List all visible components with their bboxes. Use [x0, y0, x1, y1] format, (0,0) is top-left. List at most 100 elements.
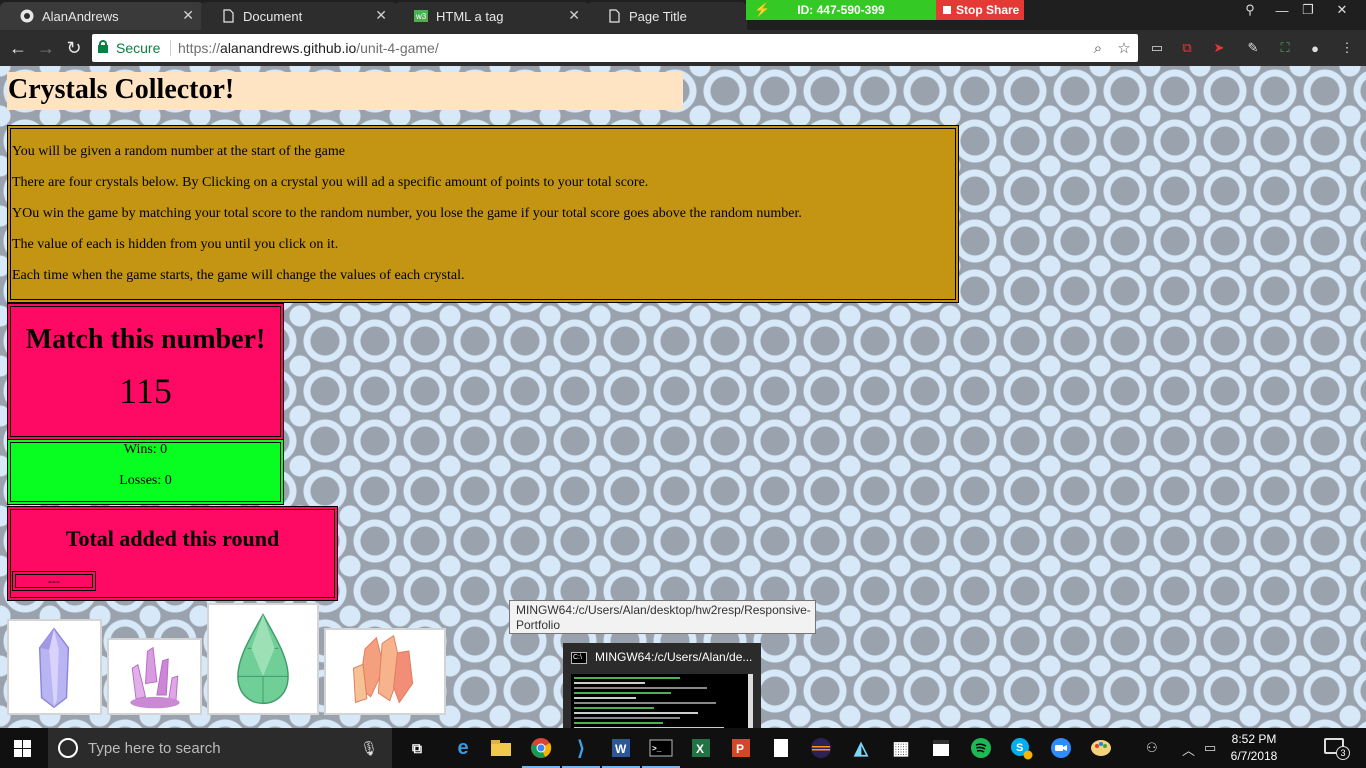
terminal-icon: C:\ — [571, 652, 587, 664]
tab-alanandrews[interactable]: AlanAndrews ✕ — [0, 2, 204, 30]
calculator-icon[interactable]: ▦ — [886, 734, 916, 762]
scoreboard-panel: Wins: 0 Losses: 0 — [7, 439, 284, 505]
paint-icon[interactable] — [1086, 734, 1116, 762]
snip-tool-icon[interactable]: ◭ — [846, 734, 876, 762]
terminal-thumbnail — [571, 674, 753, 728]
notification-count: 3 — [1336, 746, 1350, 760]
page-viewport: Crystals Collector! You will be given a … — [0, 66, 1366, 728]
page-icon — [607, 9, 621, 23]
restore-button[interactable]: ❐ — [1294, 0, 1322, 20]
taskbar-search-box[interactable]: Type here to search 🎙 — [48, 728, 392, 768]
browser-tab-strip: AlanAndrews ✕ Document ✕ w3 HTML a tag ✕… — [0, 0, 1366, 30]
account-icon[interactable]: ● — [1306, 39, 1324, 57]
sticky-notes-icon[interactable] — [926, 734, 956, 762]
tab-page-title[interactable]: Page Title — [587, 2, 747, 30]
reload-button[interactable]: ↻ — [62, 36, 86, 60]
wins-count: Wins: 0 — [123, 442, 168, 457]
instruction-line: Each time when the game starts, the game… — [12, 268, 465, 283]
w3schools-icon: w3 — [414, 9, 428, 23]
close-icon[interactable]: ✕ — [182, 7, 194, 24]
share-id-label: ID: 447-590-399 — [797, 3, 885, 17]
target-number-panel: Match this number! 115 — [7, 303, 284, 440]
close-icon[interactable]: ✕ — [375, 7, 387, 24]
taskbar-clock[interactable]: 8:52 PM 6/7/2018 — [1222, 731, 1286, 765]
spotify-icon[interactable] — [966, 734, 996, 762]
green-crystal-button[interactable] — [207, 603, 319, 715]
instruction-line: There are four crystals below. By Clicki… — [12, 175, 649, 190]
instruction-line: YOu win the game by matching your total … — [12, 206, 802, 221]
lock-icon — [98, 40, 108, 53]
blue-crystal-button[interactable] — [7, 619, 102, 715]
vscode-icon[interactable]: ⟩ — [562, 734, 600, 768]
clock-time: 8:52 PM — [1231, 732, 1277, 746]
round-total-heading: Total added this round — [65, 526, 280, 551]
purple-crystal-button[interactable] — [107, 638, 202, 715]
instruction-line: You will be given a random number at the… — [12, 144, 345, 159]
powerpoint-icon[interactable]: P — [726, 734, 756, 762]
tab-html-a-tag[interactable]: w3 HTML a tag ✕ — [394, 2, 590, 30]
pdf-extension-icon[interactable]: ⧉ — [1178, 39, 1196, 57]
excel-icon[interactable]: X — [686, 734, 716, 762]
close-window-button[interactable]: ✕ — [1328, 0, 1356, 20]
edge-icon[interactable]: e — [448, 734, 478, 762]
losses-count: Losses: 0 — [119, 473, 172, 488]
skype-icon[interactable]: S — [1006, 734, 1036, 762]
file-explorer-icon[interactable] — [486, 734, 516, 762]
show-hidden-icons-chevron[interactable]: ︿ — [1182, 740, 1195, 759]
pen-extension-icon[interactable]: ✎ — [1244, 39, 1262, 57]
task-view-icon[interactable]: ⧉ — [402, 734, 432, 762]
screenshot-extension-icon[interactable]: ⛶ — [1276, 39, 1294, 57]
zoom-icon[interactable]: ⌕ — [1088, 38, 1108, 58]
secure-label: Secure — [116, 40, 161, 56]
taskbar-tooltip: MINGW64:/c/Users/Alan/desktop/hw2resp/Re… — [509, 600, 816, 634]
address-bar[interactable]: Secure https://alanandrews.github.io/uni… — [92, 34, 1138, 62]
lightning-icon: ⚡ — [754, 2, 771, 17]
windows-start-icon[interactable] — [14, 740, 31, 757]
notepad-icon[interactable] — [766, 734, 796, 762]
instructions-panel: You will be given a random number at the… — [7, 125, 959, 303]
round-total-panel: Total added this round --- — [7, 506, 338, 601]
target-number: 115 — [119, 371, 172, 411]
git-bash-icon[interactable]: >_ — [642, 734, 680, 768]
url-text[interactable]: https://alanandrews.github.io/unit-4-gam… — [178, 40, 439, 56]
forward-button[interactable]: → — [34, 36, 58, 60]
menu-icon[interactable]: ⋮ — [1338, 39, 1356, 57]
terminal-window-preview[interactable]: C:\ MINGW64:/c/Users/Alan/de... — [563, 643, 761, 728]
stop-share-button[interactable]: Stop Share — [936, 0, 1024, 20]
battery-icon[interactable]: ▭ — [1204, 740, 1216, 756]
orange-crystal-button[interactable] — [324, 628, 446, 715]
page-title: Crystals Collector! — [7, 72, 683, 110]
search-placeholder: Type here to search — [88, 739, 221, 757]
tab-label: AlanAndrews — [42, 8, 119, 24]
tab-document[interactable]: Document ✕ — [201, 2, 397, 30]
svg-text:X: X — [696, 742, 704, 756]
action-center-icon[interactable]: 3 — [1324, 738, 1350, 760]
microphone-icon[interactable]: 🎙 — [360, 740, 378, 757]
target-heading: Match this number! — [25, 324, 266, 355]
bookmark-star-icon[interactable]: ☆ — [1114, 38, 1134, 58]
tab-label: HTML a tag — [436, 8, 504, 24]
zoom-app-icon[interactable] — [1046, 734, 1076, 762]
back-button[interactable]: ← — [6, 36, 30, 60]
screen-share-id: ⚡ ID: 447-590-399 — [746, 0, 936, 20]
word-icon[interactable]: W — [602, 734, 640, 768]
browser-toolbar: ← → ↻ Secure https://alanandrews.github.… — [0, 30, 1366, 66]
eclipse-icon[interactable] — [806, 734, 836, 762]
close-icon[interactable]: ✕ — [568, 7, 580, 24]
svg-text:>_: >_ — [652, 745, 662, 754]
chrome-icon[interactable] — [522, 734, 560, 768]
cortana-icon — [58, 738, 78, 758]
blue-crystal-icon — [38, 627, 70, 709]
stop-share-label: Stop Share — [956, 3, 1020, 17]
record-extension-icon[interactable]: ➤ — [1210, 39, 1228, 57]
purple-crystal-icon — [130, 646, 180, 709]
minimize-button[interactable]: — — [1268, 0, 1296, 20]
cast-icon[interactable]: ▭ — [1148, 39, 1166, 57]
clock-date: 6/7/2018 — [1230, 749, 1278, 763]
profile-icon[interactable]: ⚲ — [1236, 0, 1264, 20]
preview-title: MINGW64:/c/Users/Alan/de... — [595, 650, 753, 664]
svg-text:S: S — [1016, 742, 1023, 754]
people-icon[interactable]: ⚇ — [1146, 740, 1158, 756]
windows-taskbar: Type here to search 🎙 ⧉ e ⟩ W >_ X P ◭ ▦… — [0, 728, 1366, 768]
orange-crystal-icon — [353, 634, 414, 704]
